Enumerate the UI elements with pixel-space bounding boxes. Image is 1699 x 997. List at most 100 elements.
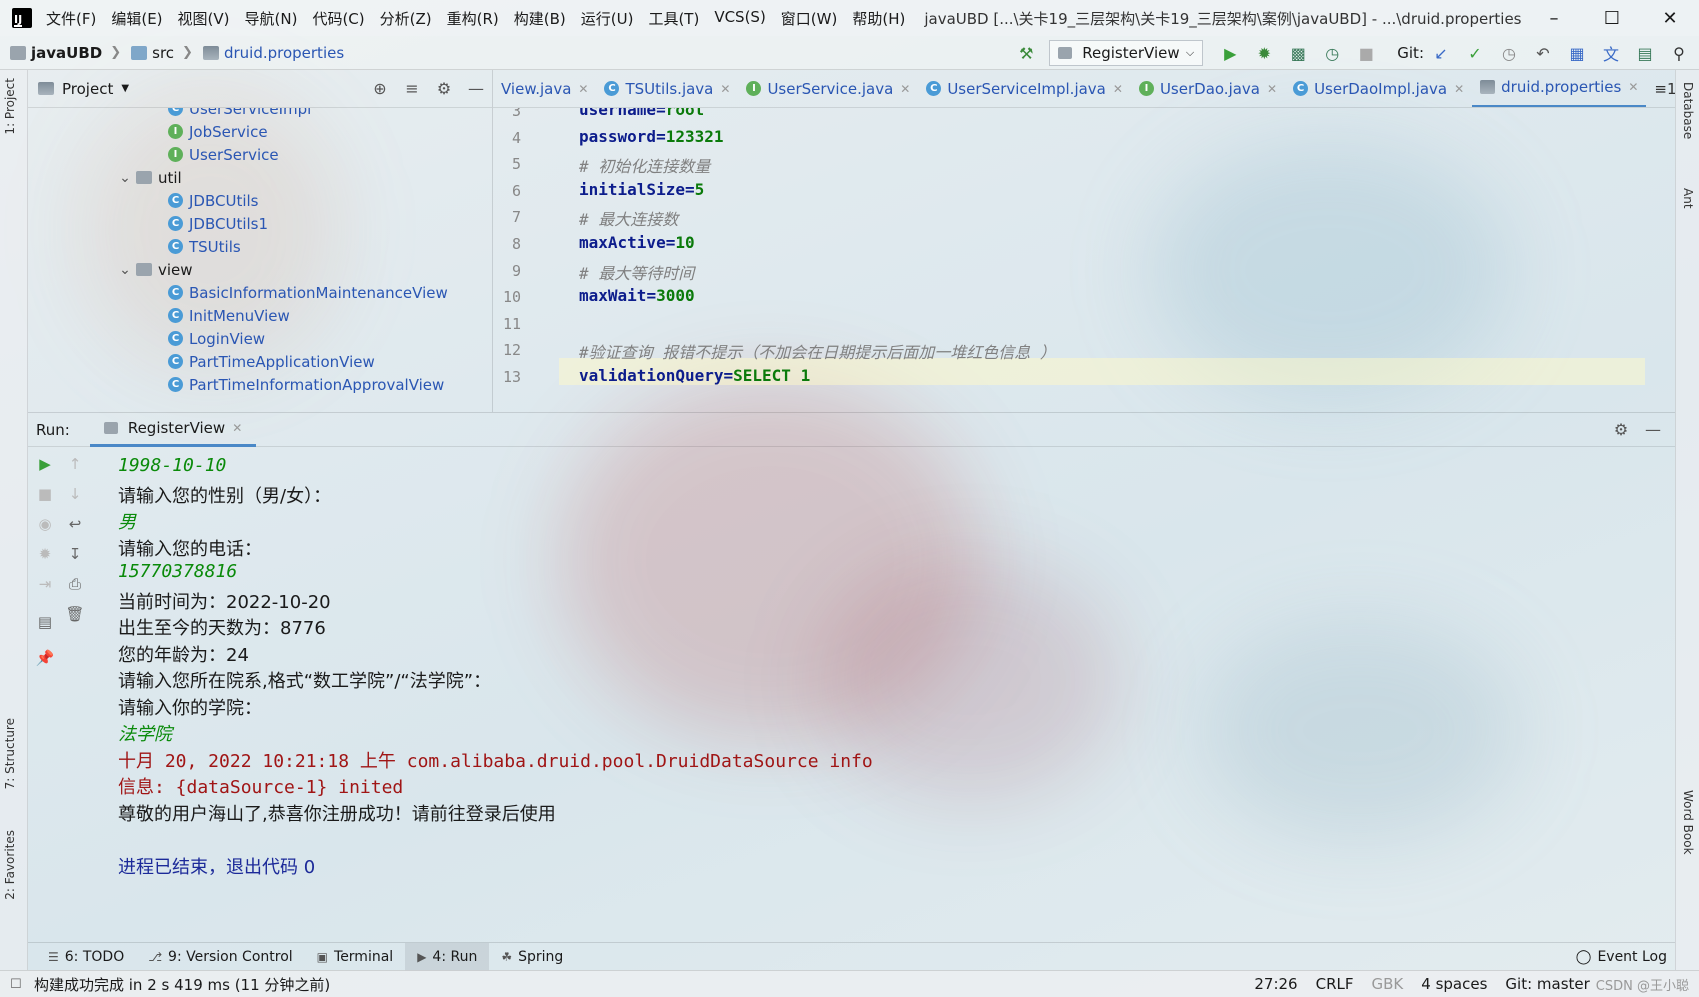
tree-item[interactable]: C TSUtils (168, 234, 241, 259)
down-arrow-icon[interactable]: ↓ (64, 483, 86, 505)
menu-item[interactable]: VCS(S) (714, 8, 765, 29)
close-tab-icon[interactable]: ✕ (578, 82, 588, 96)
build-hammer-icon[interactable]: ⚒ (1016, 43, 1036, 63)
camera-icon[interactable]: ◉ (34, 513, 56, 535)
status-toggle-icon[interactable]: ☐ (10, 977, 22, 992)
close-tab-icon[interactable]: ✕ (720, 82, 730, 96)
database-tool-tab[interactable]: Database (1681, 82, 1695, 139)
tool-tab[interactable]: ⎇ 9: Version Control (136, 943, 304, 971)
editor-tab[interactable]: druid.properties ✕ (1472, 70, 1647, 107)
close-tab-icon[interactable]: ✕ (1454, 82, 1464, 96)
tree-item[interactable]: C JDBCUtils (168, 188, 259, 213)
breadcrumb-file[interactable]: druid.properties (202, 44, 344, 62)
breadcrumb-src[interactable]: src ❯ (131, 44, 193, 62)
debug-icon[interactable]: ✹ (1254, 43, 1274, 63)
stop-icon[interactable]: ■ (34, 483, 56, 505)
hide-icon[interactable]: — (460, 79, 492, 98)
chevron-down-icon[interactable]: ⌄ (114, 170, 136, 186)
collapse-all-icon[interactable]: ≡ (396, 79, 428, 98)
print-icon[interactable]: ⎙ (64, 573, 86, 595)
code-editor[interactable]: 3 4 5 6 7 8 9 10 11 12 13 username=root password=12… (493, 108, 1675, 412)
editor-tab[interactable]: C TSUtils.java ✕ (596, 70, 738, 107)
ant-tool-tab[interactable]: Ant (1681, 188, 1695, 209)
tab-overflow-button[interactable]: ≡1 (1646, 70, 1675, 107)
menu-item[interactable]: 构建(B) (514, 8, 566, 29)
gear-icon[interactable]: ⚙ (428, 79, 460, 98)
editor-tab[interactable]: C UserServiceImpl.java ✕ (918, 70, 1131, 107)
editor-tab[interactable]: C UserDaoImpl.java ✕ (1285, 70, 1472, 107)
tool-tab[interactable]: ▣ Terminal (305, 943, 406, 971)
tree-item[interactable]: C JDBCUtils1 (168, 211, 268, 236)
git-history-icon[interactable]: ◷ (1499, 43, 1519, 63)
chevron-down-icon[interactable]: ⌄ (114, 262, 136, 278)
event-log-button[interactable]: ◯ Event Log (1576, 949, 1667, 965)
gear-icon[interactable]: ⚙ (1605, 420, 1637, 439)
close-tab-icon[interactable]: ✕ (1628, 80, 1638, 94)
git-rollback-icon[interactable]: ↶ (1533, 43, 1553, 63)
close-tab-icon[interactable]: ✕ (1113, 82, 1123, 96)
rerun-icon[interactable]: ▶ (34, 453, 56, 475)
wordbook-tool-tab[interactable]: Word Book (1681, 790, 1695, 855)
search-icon[interactable]: ⚲ (1669, 43, 1689, 63)
close-icon[interactable]: ✕ (1641, 0, 1699, 36)
chevron-down-icon[interactable]: ▼ (121, 83, 129, 94)
git-commit-icon[interactable]: ✓ (1465, 43, 1485, 63)
line-separator[interactable]: CRLF (1316, 975, 1354, 993)
profile-icon[interactable]: ◷ (1322, 43, 1342, 63)
menu-item[interactable]: 分析(Z) (380, 8, 432, 29)
coverage-icon[interactable]: ▩ (1288, 43, 1308, 63)
caret-position[interactable]: 27:26 (1254, 975, 1297, 993)
close-tab-icon[interactable]: ✕ (232, 421, 242, 435)
git-branch[interactable]: Git: master (1505, 975, 1589, 993)
translate-icon[interactable]: 文 (1601, 43, 1621, 64)
tree-item[interactable]: I UserService (168, 142, 279, 167)
tree-item[interactable]: C LoginView (168, 326, 265, 351)
file-encoding[interactable]: GBK (1372, 975, 1404, 993)
menu-item[interactable]: 代码(C) (312, 8, 364, 29)
maximize-icon[interactable]: ☐ (1583, 0, 1641, 36)
presentation-icon[interactable]: ▤ (1635, 43, 1655, 63)
minimize-icon[interactable]: – (1525, 0, 1583, 36)
menu-item[interactable]: 编辑(E) (111, 8, 162, 29)
project-tool-tab[interactable]: 1: Project (3, 78, 17, 135)
tree-item[interactable]: C BasicInformationMaintenanceView (168, 280, 448, 305)
menu-item[interactable]: 运行(U) (581, 8, 634, 29)
hide-icon[interactable]: — (1637, 420, 1669, 439)
tree-package[interactable]: ⌄ view (114, 257, 192, 282)
stop-icon[interactable]: ■ (1356, 43, 1376, 63)
pin-icon[interactable]: 📌 (34, 647, 56, 669)
git-update-icon[interactable]: ↙ (1431, 43, 1451, 63)
layout-icon[interactable]: ▤ (34, 611, 56, 633)
tool-tab[interactable]: ▶ 4: Run (405, 942, 490, 971)
menu-item[interactable]: 窗口(W) (781, 8, 838, 29)
breadcrumb-project[interactable]: javaUBD ❯ (10, 44, 121, 62)
close-tab-icon[interactable]: ✕ (900, 82, 910, 96)
editor-tab[interactable]: View.java ✕ (493, 70, 596, 107)
run-icon[interactable]: ▶ (1220, 43, 1240, 63)
scroll-to-end-icon[interactable]: ↧ (64, 543, 86, 565)
structure-tool-tab[interactable]: 7: Structure (3, 718, 17, 789)
favorites-tool-tab[interactable]: 2: Favorites (3, 830, 17, 900)
locate-icon[interactable]: ⊕ (364, 79, 396, 98)
soft-wrap-icon[interactable]: ↩ (64, 513, 86, 535)
up-arrow-icon[interactable]: ↑ (64, 453, 86, 475)
editor-tab[interactable]: I UserDao.java ✕ (1131, 70, 1285, 107)
exit-icon[interactable]: ⇥ (34, 573, 56, 595)
indent-setting[interactable]: 4 spaces (1421, 975, 1487, 993)
tree-item[interactable]: C PartTimeInformationApprovalView (168, 372, 444, 397)
project-view-selector[interactable]: Project (62, 80, 113, 98)
run-tab[interactable]: RegisterView ✕ (89, 413, 257, 447)
tool-tab[interactable]: ☘ Spring (489, 943, 575, 971)
run-configuration-select[interactable]: RegisterView ⌵ (1049, 40, 1204, 66)
trash-icon[interactable]: 🗑 (64, 603, 86, 625)
tree-item[interactable]: C InitMenuView (168, 303, 290, 328)
menu-item[interactable]: 重构(R) (447, 8, 499, 29)
tool-tab[interactable]: ☰ 6: TODO (36, 943, 136, 971)
menu-item[interactable]: 文件(F) (46, 8, 96, 29)
tree-item[interactable]: I JobService (168, 119, 268, 144)
close-tab-icon[interactable]: ✕ (1267, 82, 1277, 96)
menu-item[interactable]: 帮助(H) (852, 8, 905, 29)
tree-package[interactable]: ⌄ util (114, 165, 182, 190)
tree-item[interactable]: C PartTimeApplicationView (168, 349, 375, 374)
menu-item[interactable]: 视图(V) (178, 8, 230, 29)
